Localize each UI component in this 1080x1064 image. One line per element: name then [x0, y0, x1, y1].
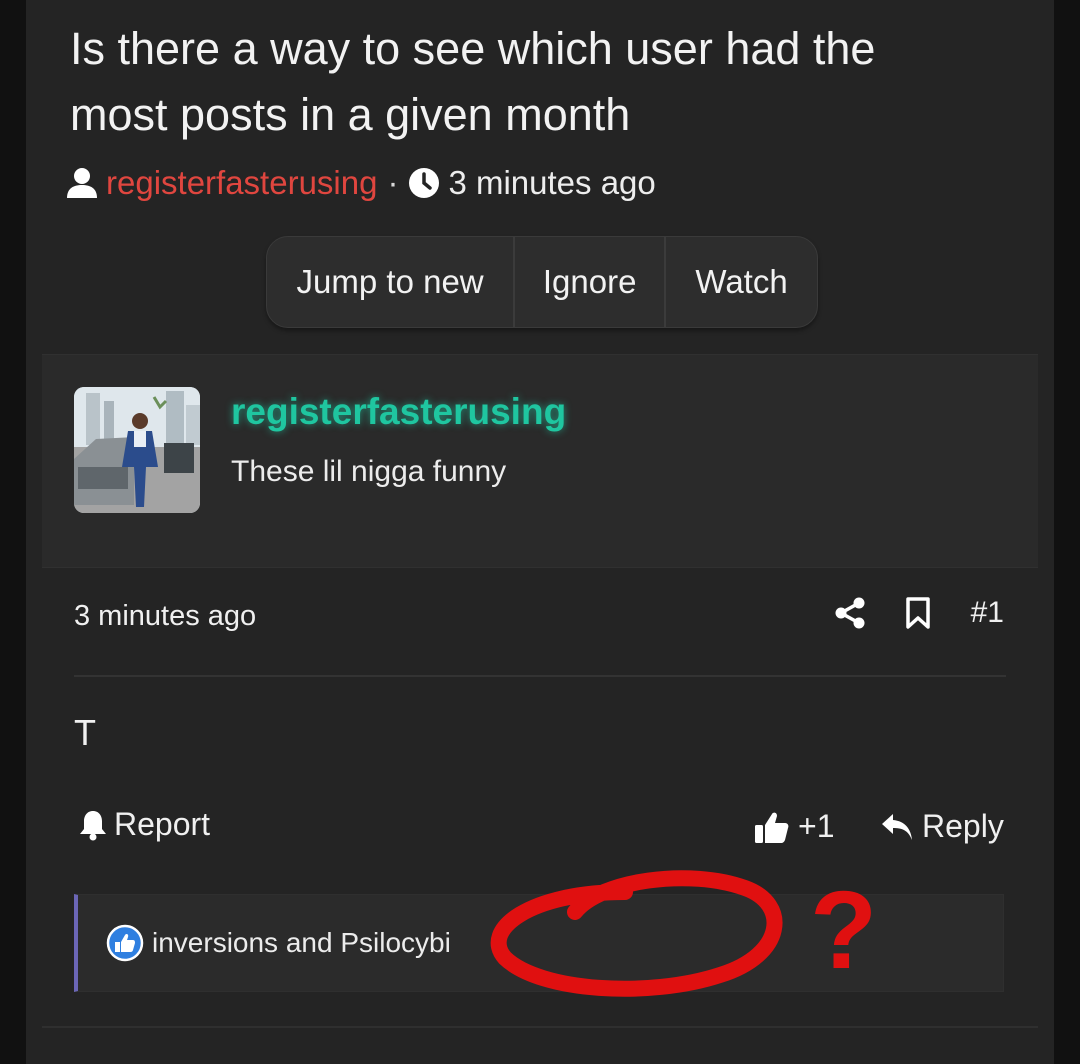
- jump-to-new-button[interactable]: Jump to new: [267, 237, 516, 327]
- thread-time: 3 minutes ago: [448, 164, 656, 201]
- like-button[interactable]: +1: [754, 808, 834, 845]
- reply-icon: [880, 812, 914, 842]
- share-icon[interactable]: [835, 597, 865, 629]
- bookmark-icon[interactable]: [905, 597, 931, 629]
- watch-button[interactable]: Watch: [666, 237, 817, 327]
- post-body: T: [74, 712, 96, 753]
- like-reaction-icon: [106, 924, 144, 962]
- post-divider: [74, 675, 1006, 677]
- post-number[interactable]: #1: [971, 596, 1004, 630]
- clock-icon: [408, 167, 440, 199]
- report-link[interactable]: Report: [78, 806, 210, 843]
- thumbs-up-icon: [754, 810, 790, 844]
- post-author-name[interactable]: registerfasterusing: [231, 391, 566, 433]
- reactions-bar[interactable]: inversions and Psilocybi: [74, 894, 1004, 992]
- thread-panel: Is there a way to see which user had the…: [26, 0, 1054, 1064]
- bottom-divider: [42, 1026, 1038, 1028]
- thread-action-buttons: Jump to new Ignore Watch: [266, 236, 818, 328]
- reply-button[interactable]: Reply: [880, 808, 1004, 845]
- post-author-card: registerfasterusing These lil nigga funn…: [42, 354, 1038, 568]
- like-count: +1: [798, 808, 835, 844]
- page: Is there a way to see which user had the…: [0, 0, 1080, 1064]
- reply-label: Reply: [922, 808, 1004, 844]
- meta-separator: ·: [387, 164, 399, 201]
- thread-meta: registerfasterusing · 3 minutes ago: [66, 160, 656, 206]
- bell-icon: [78, 809, 108, 841]
- author-signature: These lil nigga funny: [231, 455, 507, 488]
- post-header-actions: #1: [835, 596, 1004, 630]
- report-label: Report: [114, 806, 211, 842]
- post-time[interactable]: 3 minutes ago: [74, 600, 256, 633]
- thread-author-link[interactable]: registerfasterusing: [106, 164, 377, 202]
- ignore-button[interactable]: Ignore: [515, 237, 667, 327]
- reactions-text: inversions and Psilocybi: [152, 927, 451, 958]
- user-icon: [66, 167, 98, 199]
- avatar[interactable]: [74, 387, 200, 513]
- thread-title: Is there a way to see which user had the…: [70, 23, 876, 140]
